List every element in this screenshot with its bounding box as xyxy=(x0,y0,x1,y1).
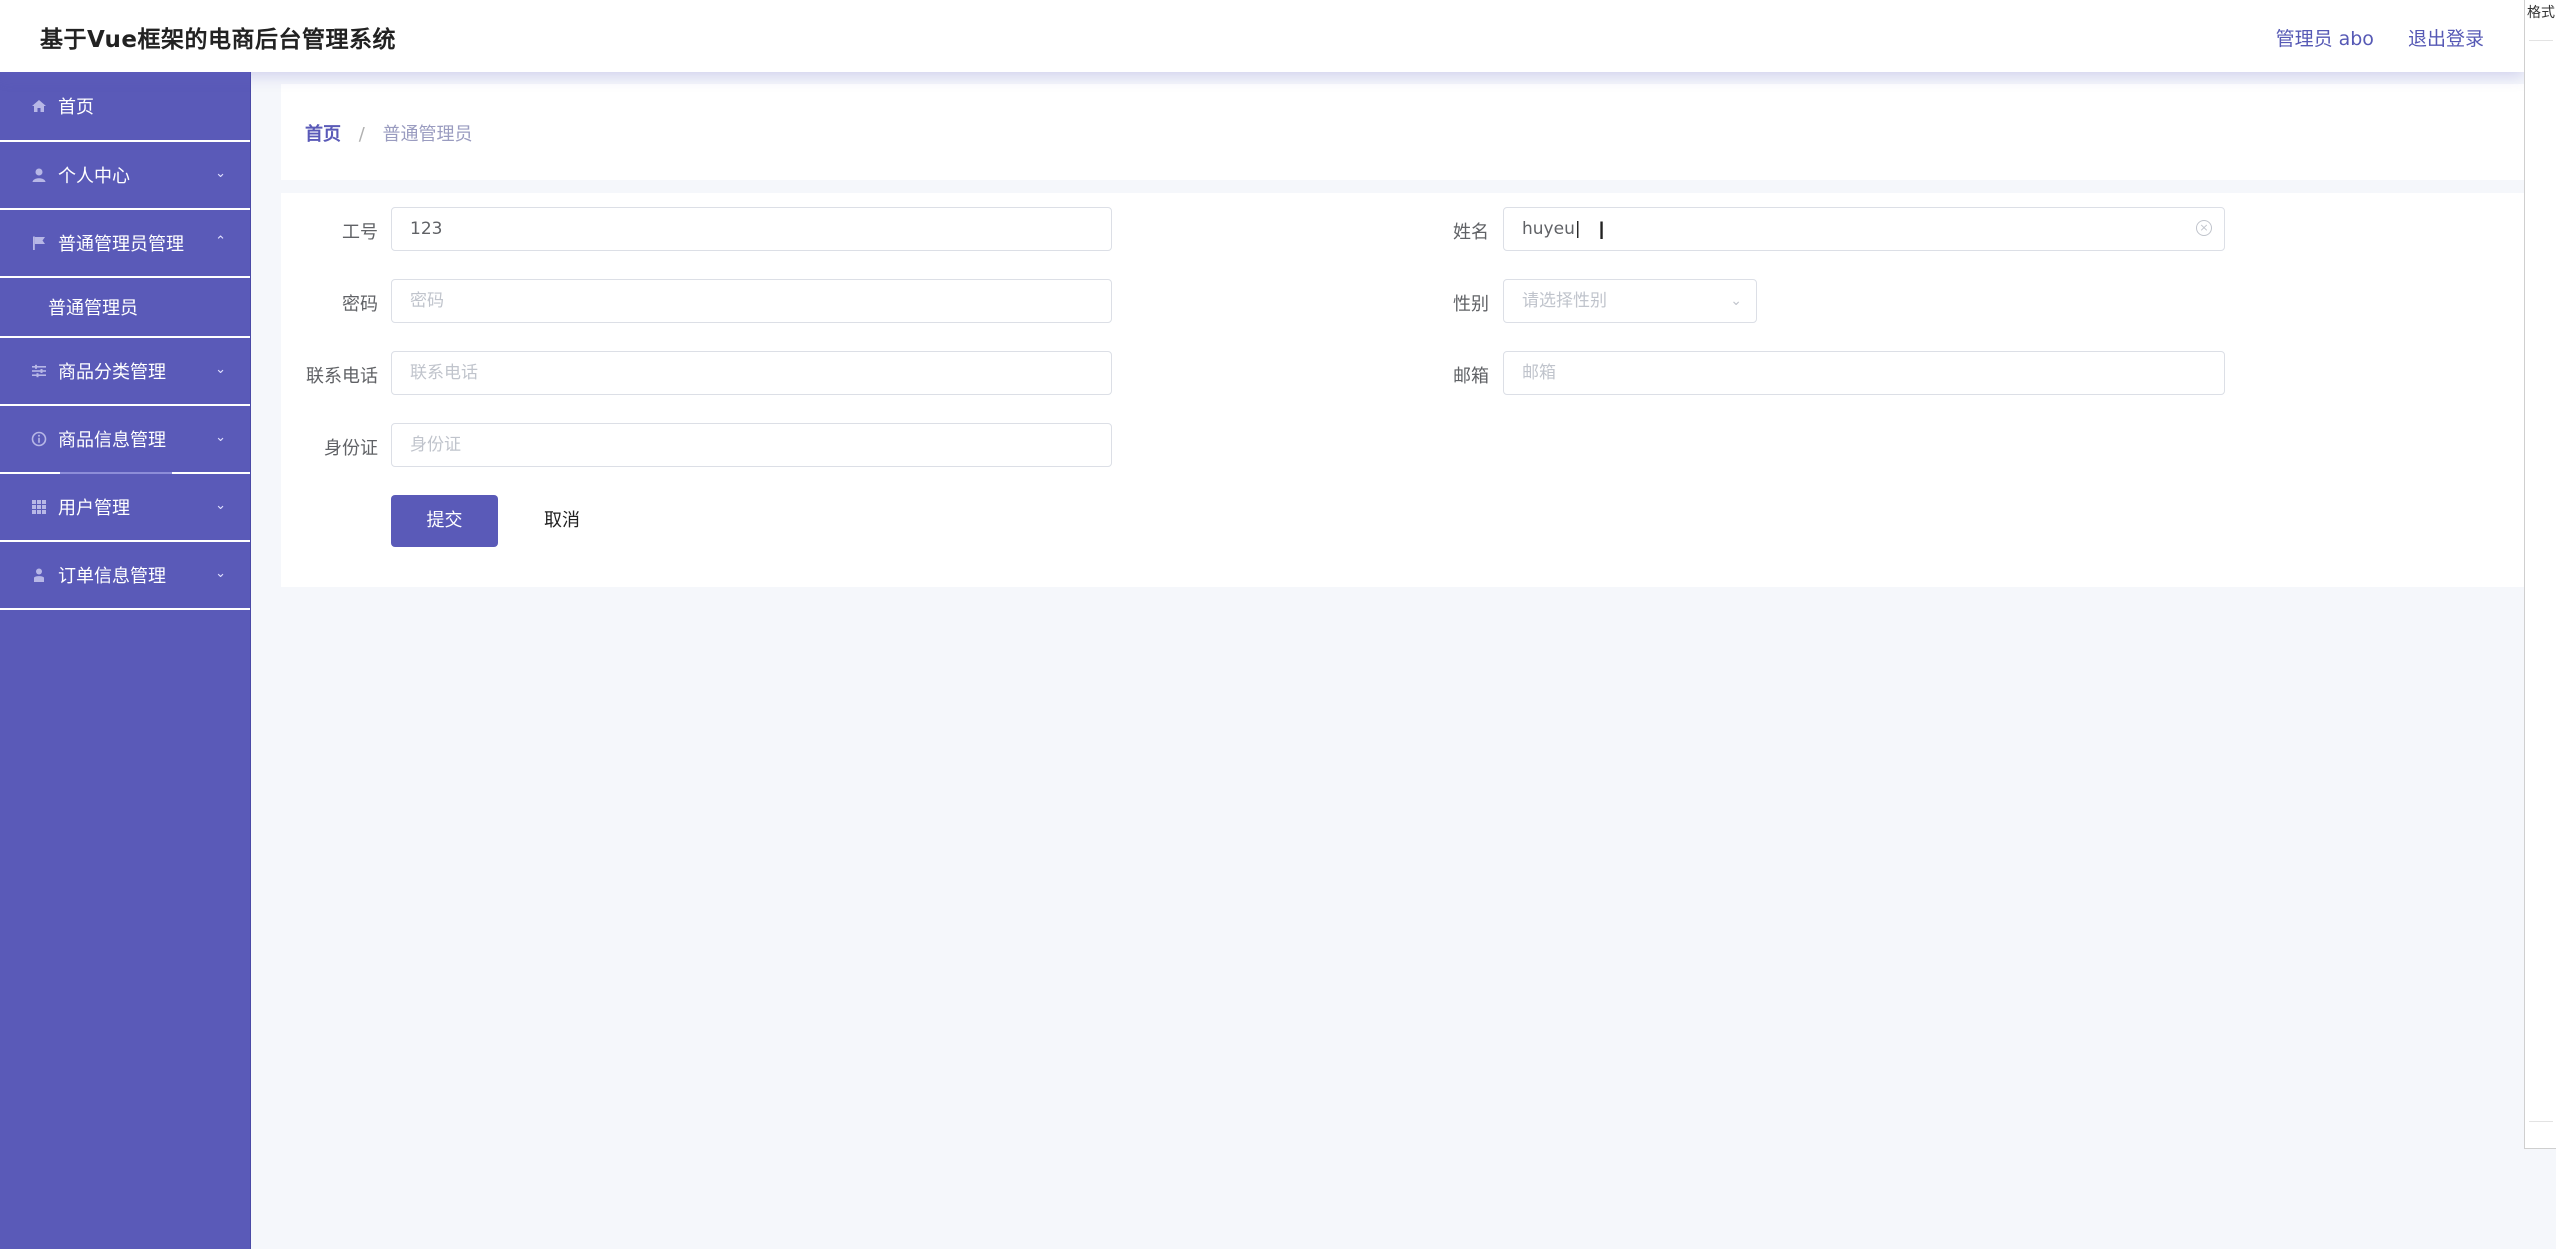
chevron-down-icon: ⌄ xyxy=(215,566,226,581)
password-input[interactable]: 密码 xyxy=(391,279,1112,323)
breadcrumb-current: 普通管理员 xyxy=(382,124,473,145)
logout-link[interactable]: 退出登录 xyxy=(2408,28,2484,50)
sidebar-item-label: 普通管理员管理 xyxy=(58,234,184,255)
name-input[interactable]: huyeu| × xyxy=(1503,207,2225,251)
sidebar-item-label: 商品信息管理 xyxy=(58,430,166,451)
sidebar-item-order-management[interactable]: 订单信息管理 ⌄ xyxy=(0,542,250,610)
sidebar-subitem-label: 普通管理员 xyxy=(48,298,138,319)
name-input-value: huyeu xyxy=(1522,219,1575,239)
breadcrumb: 首页 / 普通管理员 xyxy=(305,120,473,146)
cancel-button[interactable]: 取消 xyxy=(518,495,606,547)
overlapping-window[interactable]: 格式 xyxy=(2524,0,2556,1149)
sidebar-item-label: 订单信息管理 xyxy=(58,566,166,587)
phone-label: 联系电话 xyxy=(306,366,378,387)
chevron-down-icon: ⌄ xyxy=(215,166,226,181)
text-cursor-icon: I xyxy=(1598,217,1606,245)
email-label: 邮箱 xyxy=(1453,366,1489,387)
sidebar-subitem-admin[interactable]: 普通管理员 xyxy=(0,278,250,338)
window-inner-panel xyxy=(2529,40,2553,1122)
window-fragment-text: 格式 xyxy=(2527,5,2555,21)
admin-user-label: 管理员 abo xyxy=(2275,28,2374,50)
chevron-down-icon: ⌄ xyxy=(1730,293,1742,309)
id-card-label: 身份证 xyxy=(324,438,378,459)
sidebar-item-personal-center[interactable]: 个人中心 ⌄ xyxy=(0,142,250,210)
name-label: 姓名 xyxy=(1453,222,1489,243)
sidebar: 首页 个人中心 ⌄ 普通管理员管理 ⌃ 普通管理员 商品分类管理 ⌄ 商品信息管… xyxy=(0,72,251,1249)
sidebar-item-label: 商品分类管理 xyxy=(58,362,166,383)
sidebar-item-home[interactable]: 首页 xyxy=(0,72,250,142)
app-title: 基于Vue框架的电商后台管理系统 xyxy=(40,27,396,53)
person-icon xyxy=(30,566,48,584)
sidebar-item-product-info[interactable]: 商品信息管理 ⌄ xyxy=(0,406,250,474)
gender-select-placeholder: 请选择性别 xyxy=(1522,291,1607,311)
chevron-down-icon: ⌄ xyxy=(215,362,226,377)
top-header: 基于Vue框架的电商后台管理系统 管理员 abo 退出登录 xyxy=(0,0,2524,72)
sidebar-item-label: 用户管理 xyxy=(58,498,130,519)
sidebar-item-category-management[interactable]: 商品分类管理 ⌄ xyxy=(0,338,250,406)
info-circle-icon xyxy=(30,430,48,448)
password-label: 密码 xyxy=(342,294,378,315)
email-input[interactable]: 邮箱 xyxy=(1503,351,2225,395)
sidebar-item-admin-management[interactable]: 普通管理员管理 ⌃ xyxy=(0,210,250,278)
submit-button[interactable]: 提交 xyxy=(391,495,498,547)
user-icon xyxy=(30,166,48,184)
chevron-down-icon: ⌄ xyxy=(215,430,226,445)
chevron-up-icon: ⌃ xyxy=(215,234,226,249)
home-icon xyxy=(30,97,48,115)
header-user-area: 管理员 abo 退出登录 xyxy=(2248,24,2484,51)
breadcrumb-card: 首页 / 普通管理员 xyxy=(281,84,2524,180)
gender-label: 性别 xyxy=(1453,294,1489,315)
phone-input[interactable]: 联系电话 xyxy=(391,351,1112,395)
clear-icon[interactable]: × xyxy=(2196,220,2212,236)
sidebar-item-label: 首页 xyxy=(58,97,94,118)
grid-icon xyxy=(30,498,48,516)
breadcrumb-separator: / xyxy=(358,124,365,145)
chevron-down-icon: ⌄ xyxy=(215,498,226,513)
gender-select[interactable]: 请选择性别 ⌄ xyxy=(1503,279,1757,323)
id-card-input[interactable]: 身份证 xyxy=(391,423,1112,467)
sidebar-item-user-management[interactable]: 用户管理 ⌄ xyxy=(0,474,250,542)
flag-icon xyxy=(30,234,48,252)
sidebar-item-label: 个人中心 xyxy=(58,166,130,187)
breadcrumb-home-link[interactable]: 首页 xyxy=(305,124,341,145)
job-no-input[interactable]: 123 xyxy=(391,207,1112,251)
sliders-icon xyxy=(30,362,48,380)
job-no-label: 工号 xyxy=(342,222,378,243)
